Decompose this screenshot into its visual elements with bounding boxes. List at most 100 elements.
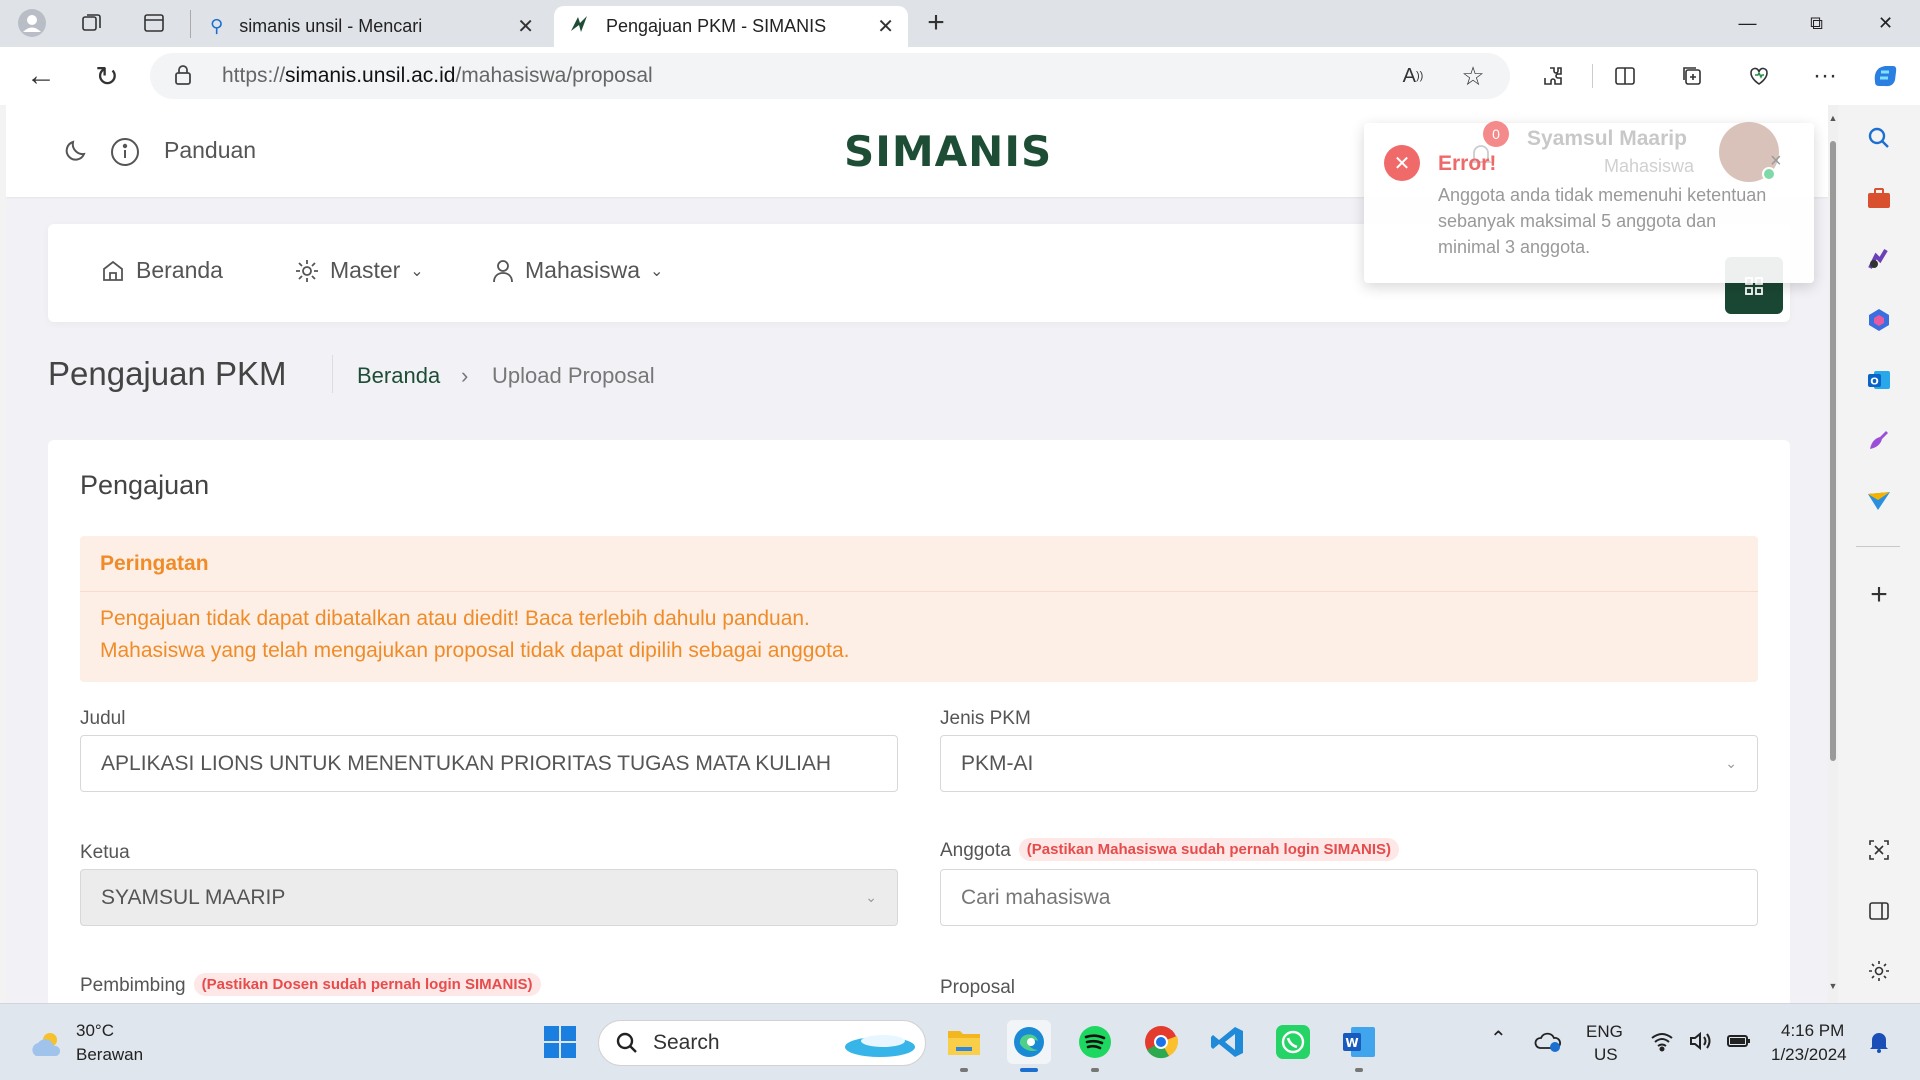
jenis-pkm-select[interactable]: PKM-AI ⌄ — [940, 735, 1758, 792]
anggota-label-group: Anggota (Pastikan Mahasiswa sudah pernah … — [940, 838, 1400, 862]
toast-close-icon[interactable]: × — [1770, 150, 1782, 173]
sidebar-games-icon[interactable] — [1860, 240, 1898, 278]
taskbar-file-explorer-icon[interactable] — [942, 1020, 986, 1072]
panduan-link[interactable]: Panduan — [164, 137, 256, 164]
more-menu-icon[interactable]: ··· — [1806, 57, 1844, 95]
nav-master[interactable]: Master ⌄ — [294, 257, 424, 284]
read-aloud-icon[interactable]: A)) — [1394, 57, 1432, 95]
taskbar-search[interactable]: Search — [598, 1020, 926, 1066]
window-close-icon[interactable]: ✕ — [1851, 0, 1920, 47]
copilot-icon[interactable] — [1866, 57, 1904, 95]
search-highlight-icon — [845, 1035, 915, 1057]
taskbar-chrome-icon[interactable] — [1139, 1020, 1183, 1064]
restore-icon[interactable]: ⧉ — [1782, 0, 1851, 47]
volume-icon — [1690, 1031, 1711, 1051]
sidebar-designer-icon[interactable] — [1860, 421, 1898, 459]
start-windows-icon[interactable] — [538, 1020, 582, 1064]
svg-text:W: W — [1345, 1036, 1358, 1050]
notification-count-badge: 0 — [1483, 121, 1509, 147]
input-language[interactable]: ENG — [1586, 1022, 1623, 1042]
jenis-pkm-value: PKM-AI — [961, 751, 1034, 775]
sidebar-add-icon[interactable]: + — [1860, 576, 1898, 614]
profile-icon[interactable] — [14, 5, 50, 41]
taskbar-whatsapp-icon[interactable] — [1271, 1020, 1315, 1064]
judul-input[interactable]: APLIKASI LIONS UNTUK MENENTUKAN PRIORITA… — [80, 735, 898, 792]
breadcrumb-current: Upload Proposal — [492, 363, 655, 388]
taskbar-edge-icon[interactable] — [1007, 1020, 1051, 1072]
notification-bell-icon[interactable] — [1868, 1030, 1890, 1059]
address-bar-row: ← ↻ https://simanis.unsil.ac.id/mahasisw… — [0, 47, 1920, 105]
url-host: simanis.unsil.ac.id — [285, 64, 456, 87]
new-tab-icon[interactable]: + — [918, 5, 954, 41]
wifi-icon — [1651, 1033, 1673, 1052]
toast-message: Anggota anda tidak memenuhi ketentuan se… — [1438, 185, 1767, 257]
scroll-up-icon[interactable]: ▲ — [1828, 113, 1838, 123]
anggota-search-input[interactable]: Cari mahasiswa — [940, 869, 1758, 926]
sidebar-search-icon[interactable] — [1860, 119, 1898, 157]
nav-master-label: Master — [330, 257, 401, 283]
anggota-label: Anggota — [940, 840, 1011, 861]
weather-cloud-icon[interactable] — [28, 1030, 64, 1063]
taskbar-spotify-icon[interactable] — [1073, 1020, 1117, 1072]
dark-mode-moon-icon[interactable] — [62, 137, 90, 170]
tray-overflow-chevron-icon[interactable]: ⌃ — [1490, 1026, 1507, 1051]
extensions-icon[interactable] — [1534, 57, 1572, 95]
proposal-label: Proposal — [940, 977, 1015, 998]
system-tray-status[interactable] — [1650, 1030, 1752, 1052]
sidebar-microsoft365-icon[interactable] — [1860, 301, 1898, 339]
collections-icon[interactable] — [1673, 57, 1711, 95]
back-icon[interactable]: ← — [22, 57, 60, 95]
sidebar-hide-icon[interactable] — [1860, 892, 1898, 930]
nav-mahasiswa-label: Mahasiswa — [525, 257, 641, 283]
battery-icon — [1727, 1035, 1750, 1047]
clock-time[interactable]: 4:16 PM — [1781, 1021, 1844, 1041]
nav-beranda-label: Beranda — [136, 257, 223, 283]
scroll-thumb[interactable] — [1830, 141, 1836, 761]
breadcrumb-beranda[interactable]: Beranda — [357, 363, 440, 389]
taskbar-word-icon[interactable]: W — [1337, 1020, 1381, 1072]
sidebar-screenshot-icon[interactable] — [1860, 831, 1898, 869]
running-indicator — [1355, 1068, 1363, 1072]
nav-mahasiswa[interactable]: Mahasiswa ⌄ — [491, 257, 663, 284]
split-screen-icon[interactable] — [1606, 57, 1644, 95]
close-tab-icon[interactable]: ✕ — [517, 14, 534, 39]
sidebar-outlook-icon[interactable]: O — [1860, 361, 1898, 399]
window-controls: — ⧉ ✕ — [1713, 0, 1920, 47]
pembimbing-label: Pembimbing — [80, 975, 186, 996]
chevron-down-icon: ⌄ — [865, 889, 877, 905]
tab-search[interactable]: ⚲ simanis unsil - Mencari ✕ — [196, 6, 548, 47]
breadcrumb-separator: › — [461, 363, 469, 388]
clock-date[interactable]: 1/23/2024 — [1771, 1045, 1847, 1065]
refresh-icon[interactable]: ↻ — [88, 57, 126, 95]
vertical-tabs-icon[interactable] — [136, 5, 172, 41]
tab-simanis[interactable]: Pengajuan PKM - SIMANIS ✕ — [554, 6, 908, 47]
url-path: /mahasiswa/proposal — [455, 64, 653, 87]
user-name[interactable]: Syamsul Maarip — [1527, 127, 1687, 151]
url-field[interactable]: https://simanis.unsil.ac.id/mahasiswa/pr… — [150, 53, 1510, 99]
minimize-icon[interactable]: — — [1713, 0, 1782, 47]
page-scrollbar[interactable]: ▲ ▼ — [1828, 105, 1838, 1003]
sidebar-settings-gear-icon[interactable] — [1860, 952, 1898, 990]
ketua-select: SYAMSUL MAARIP ⌄ — [80, 869, 898, 926]
sidebar-send-icon[interactable] — [1860, 482, 1898, 520]
browser-essentials-icon[interactable] — [1740, 57, 1778, 95]
workspaces-icon[interactable] — [74, 5, 110, 41]
favorite-star-icon[interactable]: ☆ — [1454, 57, 1492, 95]
lock-icon[interactable] — [174, 64, 192, 92]
ketua-value: SYAMSUL MAARIP — [101, 885, 286, 909]
anggota-placeholder: Cari mahasiswa — [961, 885, 1111, 909]
taskbar-vscode-icon[interactable] — [1205, 1020, 1249, 1064]
browser-tab-bar: ⚲ simanis unsil - Mencari ✕ Pengajuan PK… — [0, 0, 1920, 47]
simanis-logo[interactable]: SIMANIS — [844, 127, 1052, 176]
weather-temp: 30°C — [76, 1021, 114, 1040]
input-region[interactable]: US — [1594, 1045, 1618, 1065]
sidebar-tools-icon[interactable] — [1860, 180, 1898, 218]
user-role: Mahasiswa — [1604, 156, 1695, 176]
scroll-down-icon[interactable]: ▼ — [1828, 981, 1838, 991]
close-tab-icon[interactable]: ✕ — [877, 14, 894, 39]
onedrive-cloud-icon[interactable] — [1534, 1028, 1564, 1059]
search-icon: ⚲ — [210, 16, 224, 36]
info-icon[interactable] — [110, 137, 140, 172]
nav-beranda[interactable]: Beranda — [100, 257, 223, 284]
search-icon — [616, 1032, 637, 1053]
